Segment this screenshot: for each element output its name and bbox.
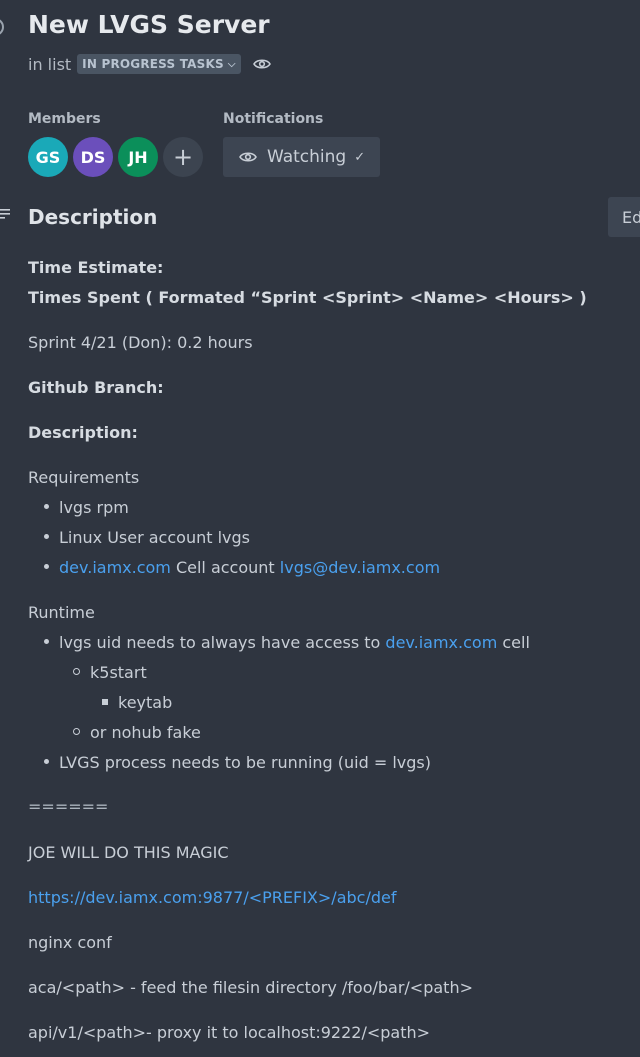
check-icon: ✓ [354, 149, 366, 165]
aca-line: aca/<path> - feed the filesin directory … [28, 978, 473, 997]
description-heading: Description [28, 205, 158, 229]
list-item: Linux User account lvgs [44, 528, 250, 547]
add-member-button[interactable]: + [163, 137, 203, 177]
bullet-icon [44, 639, 49, 644]
joe-line: JOE WILL DO THIS MAGIC [28, 843, 229, 862]
list-item: lvgs uid needs to always have access to … [44, 633, 530, 652]
list-selector[interactable]: IN PROGRESS TASKS ⌵ [77, 54, 241, 74]
list-item: or nohub fake [73, 723, 201, 742]
eye-icon [239, 152, 257, 162]
nginx-conf-text: nginx conf [28, 933, 112, 952]
list-item-text: keytab [118, 693, 173, 712]
sprint-entry: Sprint 4/21 (Don): 0.2 hours [28, 333, 253, 352]
task-status-circle-icon[interactable] [0, 18, 4, 36]
chevron-down-icon: ⌵ [227, 58, 236, 70]
avatar-gs[interactable]: GS [28, 137, 68, 177]
bullet-icon [73, 728, 80, 735]
times-spent-label: Times Spent ( Formated “Sprint <Sprint> … [28, 288, 587, 307]
time-estimate-label: Time Estimate: [28, 258, 164, 277]
list-item-text: lvgs uid needs to always have access to [59, 633, 386, 652]
notifications-label: Notifications [223, 111, 324, 127]
avatar-ds[interactable]: DS [73, 137, 113, 177]
list-item-text: cell [497, 633, 530, 652]
list-item-text: k5start [90, 663, 147, 682]
email-link[interactable]: lvgs@dev.iamx.com [280, 558, 440, 577]
github-branch-label: Github Branch: [28, 378, 164, 397]
edit-description-button[interactable]: Ed [608, 197, 640, 237]
dev-iamx-link[interactable]: dev.iamx.com [385, 633, 497, 652]
separator-text: ====== [28, 797, 109, 816]
requirements-label: Requirements [28, 468, 140, 487]
members-label: Members [28, 111, 101, 127]
list-item-text: lvgs rpm [59, 498, 129, 517]
card-title[interactable]: New LVGS Server [28, 10, 270, 39]
url-link[interactable]: https://dev.iamx.com:9877/<PREFIX>/abc/d… [28, 888, 396, 907]
watching-label: Watching [267, 147, 347, 167]
runtime-label: Runtime [28, 603, 95, 622]
list-item-text: Cell account [170, 558, 280, 577]
bullet-icon [44, 759, 49, 764]
list-item-text: Linux User account lvgs [59, 528, 250, 547]
list-item-text: or nohub fake [90, 723, 201, 742]
description-subheading: Description: [28, 423, 138, 442]
in-list-label: in list [28, 54, 72, 74]
bullet-icon [44, 534, 49, 539]
list-info: in list IN PROGRESS TASKS ⌵ [28, 54, 271, 74]
list-item: LVGS process needs to be running (uid = … [44, 753, 431, 772]
list-item: dev.iamx.com Cell account lvgs@dev.iamx.… [44, 558, 440, 577]
list-item-text: LVGS process needs to be running (uid = … [59, 753, 431, 772]
watching-button[interactable]: Watching ✓ [223, 137, 380, 177]
description-lines-icon [0, 209, 10, 219]
list-item: keytab [102, 693, 172, 712]
api-line: api/v1/<path>- proxy it to localhost:922… [28, 1023, 431, 1042]
bullet-icon [102, 698, 108, 705]
bullet-icon [73, 668, 80, 675]
avatar-jh[interactable]: JH [118, 137, 158, 177]
list-item: k5start [73, 663, 147, 682]
dev-iamx-link[interactable]: dev.iamx.com [59, 558, 171, 577]
list-name: IN PROGRESS TASKS [82, 57, 224, 71]
bullet-icon [44, 504, 49, 509]
list-item: lvgs rpm [44, 498, 129, 517]
bullet-icon [44, 564, 49, 569]
eye-icon[interactable] [252, 58, 271, 70]
